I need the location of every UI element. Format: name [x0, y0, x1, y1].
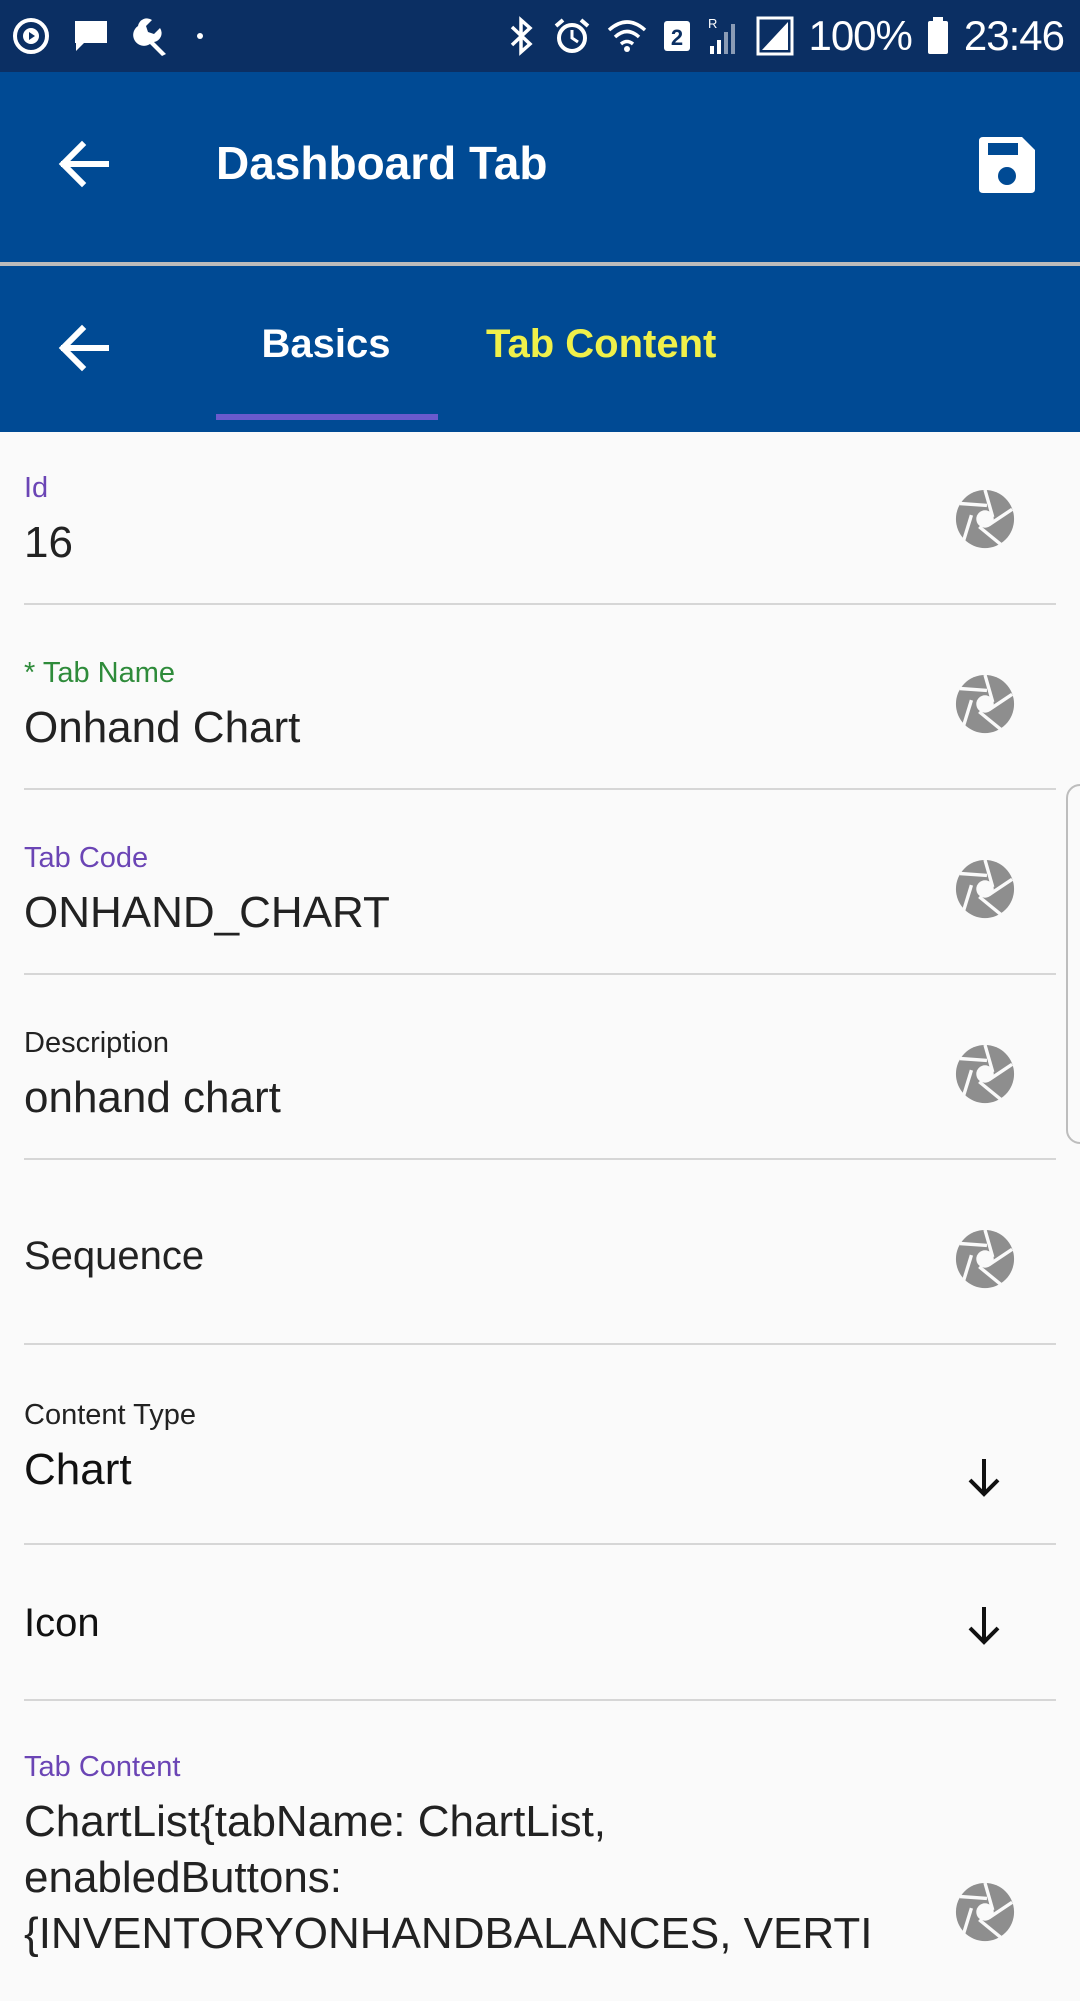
aperture-icon[interactable] — [954, 1228, 1016, 1290]
arrow-down-icon[interactable] — [962, 1603, 1006, 1647]
battery-percent: 100% — [808, 12, 912, 59]
page-title: Dashboard Tab — [216, 137, 548, 189]
field-value: Chart — [24, 1445, 132, 1494]
arrow-back-icon — [58, 140, 109, 188]
field-id[interactable]: Id 16 — [0, 432, 1080, 605]
field-label: Tab Content — [24, 1751, 181, 1783]
field-value-line: {INVENTORYONHANDBALANCES, VERTI — [24, 1909, 873, 1958]
field-value: Onhand Chart — [24, 703, 301, 752]
field-label: Description — [24, 1027, 170, 1059]
battery-icon — [926, 16, 950, 56]
field-value: ONHAND_CHART — [24, 888, 390, 937]
field-icon[interactable]: Icon — [0, 1545, 1080, 1701]
alarm-icon — [552, 16, 592, 56]
field-label: Content Type — [24, 1399, 196, 1431]
bluetooth-icon — [504, 16, 538, 56]
save-button[interactable] — [976, 134, 1038, 196]
arrow-down-icon[interactable] — [962, 1455, 1006, 1499]
save-icon — [979, 137, 1035, 193]
field-label: Id — [24, 472, 49, 504]
tab-bar: Basics Tab Content — [0, 266, 1080, 432]
clock: 23:46 — [963, 12, 1065, 59]
edge-scroll-handle[interactable] — [1066, 784, 1080, 1144]
field-value: 16 — [24, 518, 73, 567]
aperture-icon[interactable] — [954, 673, 1016, 735]
field-content-type[interactable]: Content Type Chart — [0, 1345, 1080, 1545]
field-placeholder: Sequence — [24, 1234, 205, 1278]
sim-badge: 2 — [662, 19, 692, 53]
aperture-icon[interactable] — [954, 1881, 1016, 1943]
dot-icon — [194, 30, 206, 42]
tab-indicator — [216, 414, 438, 420]
wifi-icon — [606, 18, 648, 54]
tab-tab-content[interactable]: Tab Content — [486, 322, 716, 367]
form: Id 16 * Tab Name Onhand Chart Tab Code O… — [0, 432, 1080, 2001]
field-tab-content[interactable]: Tab Content ChartList{tabName: ChartList… — [0, 1701, 1080, 2001]
back-button[interactable] — [52, 132, 116, 196]
app-bar: Dashboard Tab — [0, 72, 1080, 266]
aperture-icon[interactable] — [954, 1043, 1016, 1105]
roaming-label: R — [708, 16, 717, 31]
field-value: onhand chart — [24, 1073, 281, 1122]
field-label: * Tab Name — [24, 657, 175, 689]
field-value-line: ChartList{tabName: ChartList, — [24, 1797, 607, 1846]
wrench-icon — [132, 16, 172, 56]
signal-strength-icon — [756, 16, 794, 56]
aperture-icon[interactable] — [954, 858, 1016, 920]
tab-basics[interactable]: Basics — [216, 322, 436, 367]
play-circle-icon — [12, 17, 50, 55]
status-bar: 2 R 100% 23:46 — [0, 0, 1080, 72]
chat-bubble-icon — [72, 17, 110, 55]
tab-back-button[interactable] — [52, 316, 116, 380]
sim-badge-text: 2 — [671, 25, 683, 50]
field-tab-name[interactable]: * Tab Name Onhand Chart — [0, 605, 1080, 790]
field-value-line: enabledButtons: — [24, 1853, 343, 1902]
aperture-icon[interactable] — [954, 488, 1016, 550]
field-sequence[interactable]: Sequence — [0, 1160, 1080, 1345]
field-placeholder: Icon — [24, 1601, 100, 1645]
field-description[interactable]: Description onhand chart — [0, 975, 1080, 1160]
field-tab-code[interactable]: Tab Code ONHAND_CHART — [0, 790, 1080, 975]
signal-icon: R — [706, 16, 742, 56]
field-label: Tab Code — [24, 842, 149, 874]
arrow-back-icon — [58, 324, 109, 372]
